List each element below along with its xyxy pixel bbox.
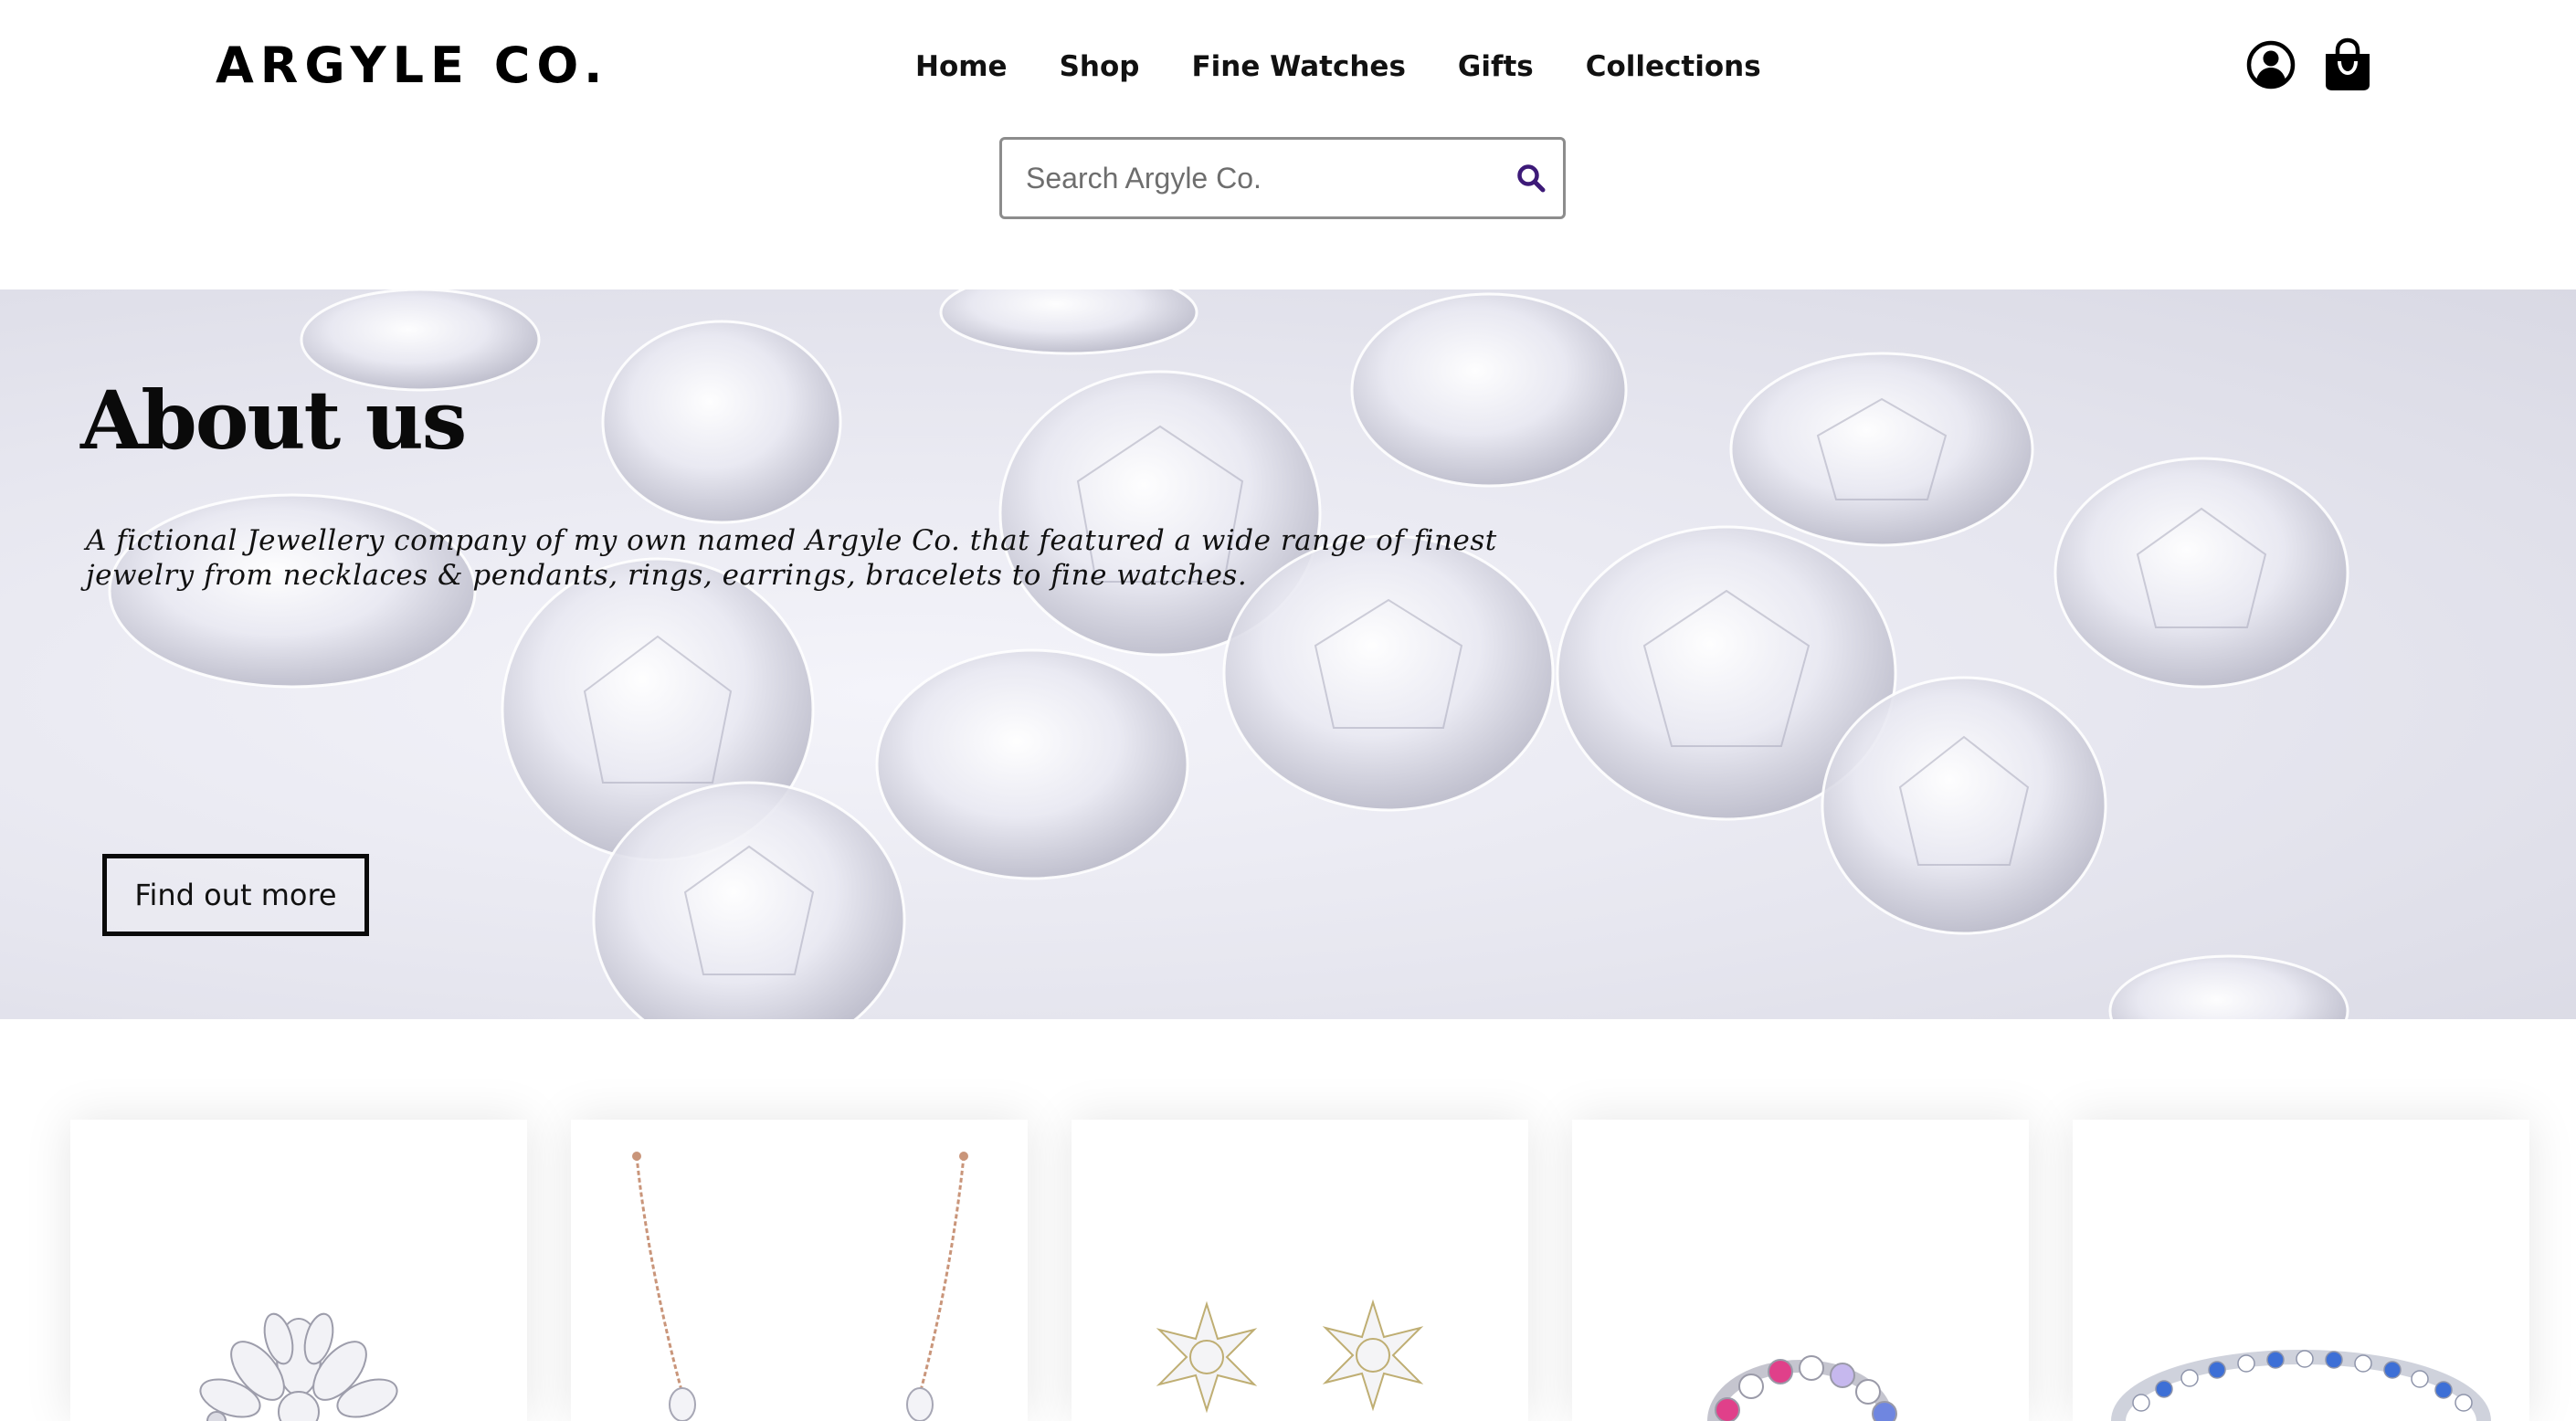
nav-collections[interactable]: Collections [1586, 50, 1761, 83]
diamond-brooch-image [199, 1312, 398, 1421]
product-card-necklace[interactable] [571, 1120, 1028, 1421]
blue-sapphire-bracelet-image [2111, 1350, 2491, 1421]
nav-shop[interactable]: Shop [1060, 50, 1140, 83]
about-hero: About us A fictional Jewellery company o… [0, 289, 2576, 1019]
cart-button[interactable] [2320, 35, 2375, 95]
nav-home[interactable]: Home [915, 50, 1008, 83]
user-circle-icon [2246, 40, 2296, 89]
account-button[interactable] [2243, 35, 2298, 95]
product-card-ring[interactable] [1572, 1120, 2029, 1421]
find-out-more-button[interactable]: Find out more [102, 854, 369, 936]
product-card-brooch[interactable] [70, 1120, 527, 1421]
product-grid [0, 1019, 2576, 1421]
search-box [999, 137, 1566, 219]
site-header: ARGYLE CO. Home Shop Fine Watches Gifts … [0, 0, 2576, 289]
nav-gifts[interactable]: Gifts [1458, 50, 1534, 83]
about-description: A fictional Jewellery company of my own … [86, 524, 1497, 592]
search-button[interactable] [1508, 155, 1554, 201]
diamond-cluster-earrings-image [1156, 1299, 1424, 1414]
shopping-bag-icon [2326, 37, 2370, 90]
main-nav: Home Shop Fine Watches Gifts Collections [915, 46, 1761, 88]
nav-fine-watches[interactable]: Fine Watches [1191, 50, 1405, 83]
about-title: About us [80, 373, 467, 468]
pink-sapphire-eternity-ring-image [1707, 1355, 1897, 1421]
rose-gold-pendant-necklace-image [632, 1152, 968, 1421]
product-card-bracelet[interactable] [2073, 1120, 2529, 1421]
product-card-earrings[interactable] [1072, 1120, 1528, 1421]
brand-logo[interactable]: ARGYLE CO. [216, 33, 609, 99]
magnifier-icon [1517, 164, 1546, 193]
header-actions [2243, 35, 2375, 95]
search-input[interactable] [1002, 140, 1495, 216]
